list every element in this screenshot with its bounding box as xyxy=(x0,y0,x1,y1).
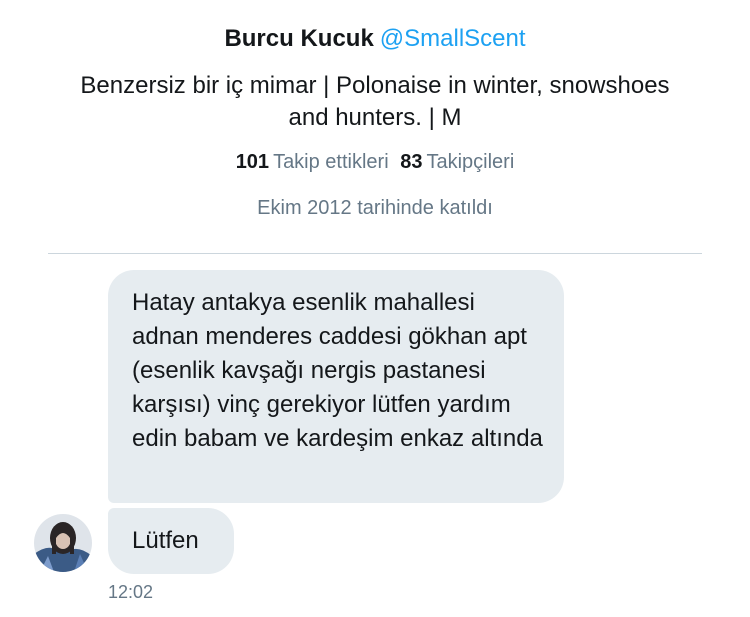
following-count: 101 xyxy=(235,151,270,173)
follow-stats: 101 Takip ettikleri 83 Takipçileri xyxy=(0,148,750,176)
avatar[interactable] xyxy=(34,514,92,572)
message-bubble[interactable]: Hatay antakya esenlik mahallesi adnan me… xyxy=(108,270,564,503)
following-label: Takip ettikleri xyxy=(273,151,389,173)
avatar-image xyxy=(34,514,92,572)
following-link[interactable]: 101 Takip ettikleri xyxy=(236,151,389,173)
profile-header: Burcu Kucuk @SmallScent xyxy=(0,24,750,54)
followers-label: Takipçileri xyxy=(426,151,515,173)
dm-conversation: Burcu Kucuk @SmallScent Benzersiz bir iç … xyxy=(0,0,750,617)
message-bubble[interactable]: Lütfen xyxy=(108,508,234,574)
profile-bio: Benzersiz bir iç mimar | Polonaise in wi… xyxy=(80,72,670,131)
message-timestamp: 12:02 xyxy=(108,582,154,602)
followers-count: 83 xyxy=(400,151,423,173)
joined-date: Ekim 2012 tarihinde katıldı xyxy=(257,197,493,219)
divider xyxy=(48,253,702,254)
followers-link[interactable]: 83 Takipçileri xyxy=(400,151,514,173)
profile-handle[interactable]: @SmallScent xyxy=(380,25,526,52)
profile-name[interactable]: Burcu Kucuk xyxy=(224,25,373,52)
